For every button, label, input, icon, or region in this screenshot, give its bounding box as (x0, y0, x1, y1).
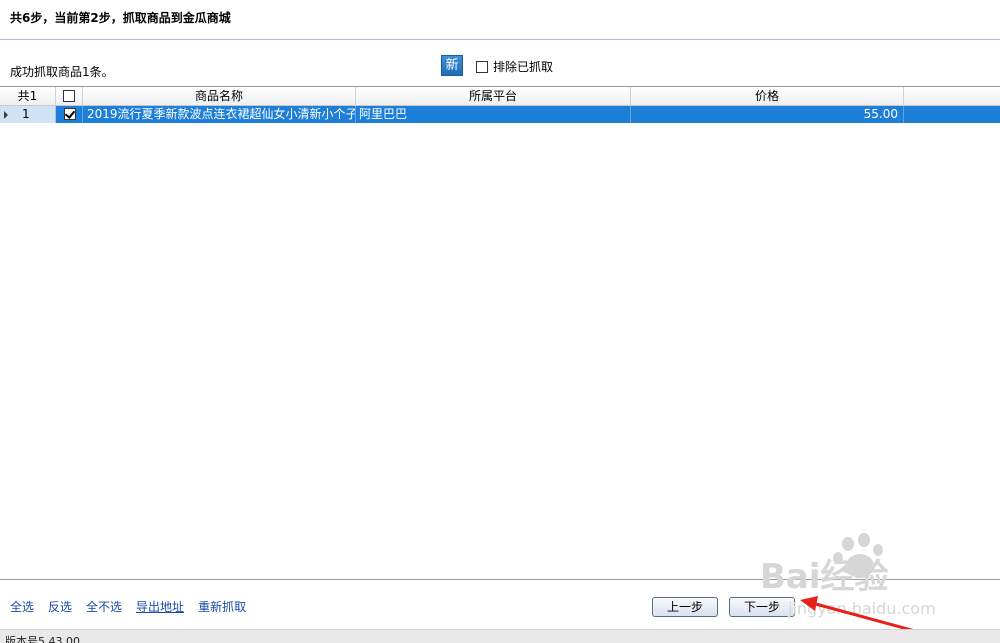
status-bar: 版本号5.43.00 (0, 629, 1000, 643)
grid-count-header: 共1 (0, 87, 56, 106)
selection-links: 全选 反选 全不选 导出地址 重新抓取 (10, 598, 260, 615)
row-indicator: 1 (0, 106, 56, 123)
row-select-cell[interactable] (56, 106, 83, 123)
export-address-link[interactable]: 导出地址 (136, 598, 184, 615)
column-header-price[interactable]: 价格 (631, 87, 904, 106)
invert-selection-link[interactable]: 反选 (48, 598, 72, 615)
select-all-link[interactable]: 全选 (10, 598, 34, 615)
table-row[interactable]: 1 2019流行夏季新款波点连衣裙超仙女小清新小个子两... 阿里巴巴 55.0… (0, 106, 1000, 123)
product-name-cell[interactable]: 2019流行夏季新款波点连衣裙超仙女小清新小个子两... (83, 106, 356, 123)
wizard-step-title: 共6步，当前第2步，抓取商品到金瓜商城 (10, 11, 231, 25)
row-checkbox[interactable] (64, 108, 76, 120)
select-all-header[interactable] (56, 87, 83, 106)
check-icon (64, 108, 76, 119)
grid-header: 共1 商品名称 所属平台 价格 (0, 87, 1000, 106)
product-grid: 共1 商品名称 所属平台 价格 1 2019流行夏季新款波点连衣裙超仙女小清新小… (0, 86, 1000, 580)
row-filler-cell (904, 106, 1000, 123)
version-label: 版本号5.43.00 (5, 635, 80, 643)
prev-step-button[interactable]: 上一步 (652, 597, 718, 617)
baidu-jingyan-watermark: Bai经验 jingyan.baidu.com (760, 533, 936, 630)
current-row-arrow-icon (4, 111, 8, 119)
exclude-fetched-label: 排除已抓取 (493, 60, 554, 74)
exclude-fetched-checkbox[interactable] (476, 60, 488, 73)
watermark-logo-text: Bai经验 (760, 557, 889, 597)
price-cell[interactable]: 55.00 (631, 106, 904, 123)
select-none-link[interactable]: 全不选 (86, 598, 122, 615)
row-number: 1 (22, 107, 30, 121)
column-header-platform[interactable]: 所属平台 (356, 87, 631, 106)
column-header-name[interactable]: 商品名称 (83, 87, 356, 106)
fetch-status-message: 成功抓取商品1条。 (10, 65, 114, 79)
wizard-header: 共6步，当前第2步，抓取商品到金瓜商城 (0, 0, 1000, 40)
refetch-link[interactable]: 重新抓取 (198, 598, 246, 615)
select-all-checkbox[interactable] (63, 90, 75, 102)
new-button[interactable]: 新 (441, 55, 463, 76)
platform-cell[interactable]: 阿里巴巴 (356, 106, 631, 123)
exclude-fetched-option[interactable]: 排除已抓取 (476, 58, 553, 75)
